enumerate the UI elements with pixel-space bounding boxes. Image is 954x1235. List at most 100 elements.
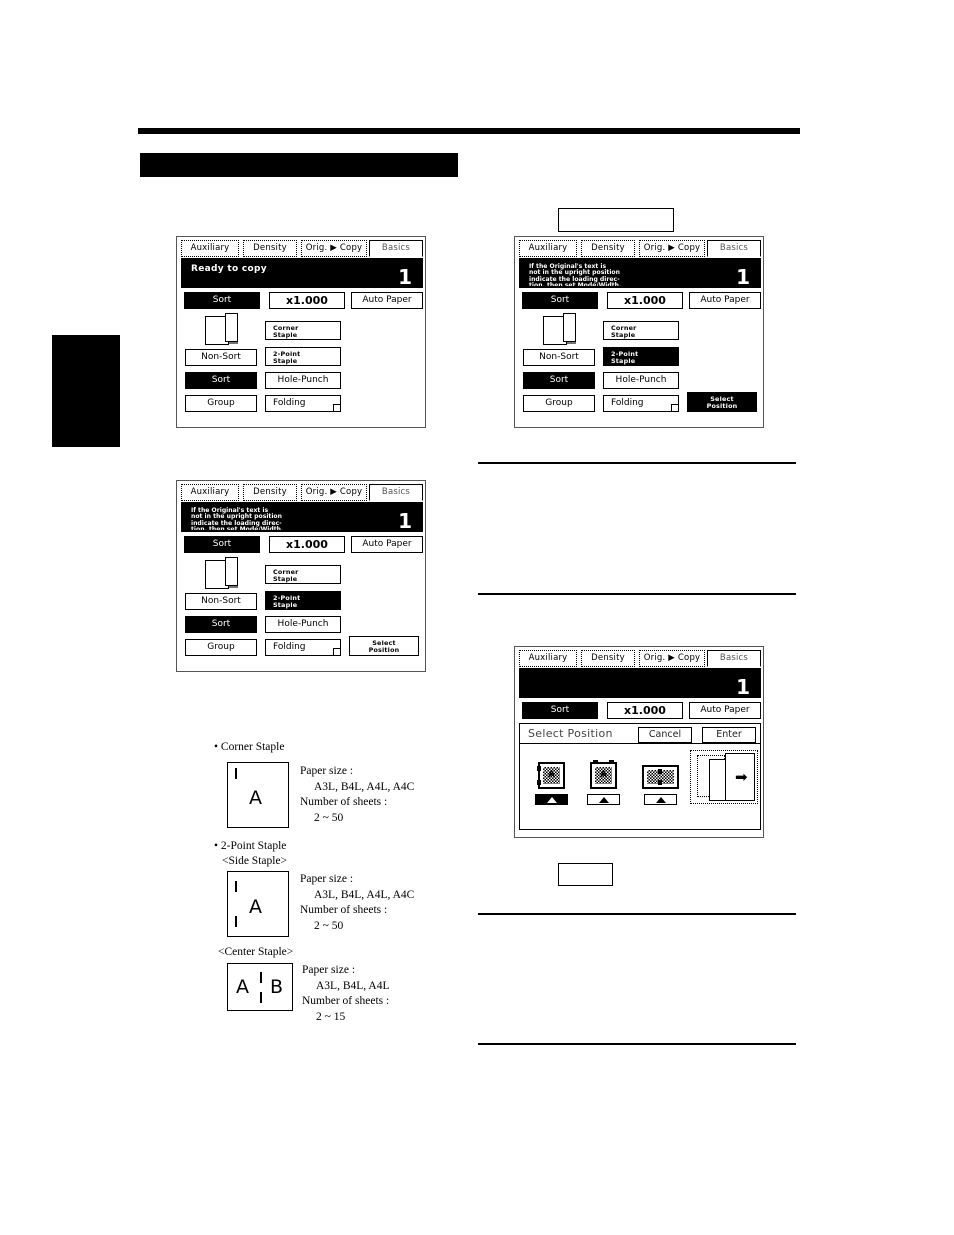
zoom-ratio-button[interactable]: x1.000 <box>269 292 345 309</box>
staple-mark-icon <box>537 766 541 771</box>
group-button[interactable]: Group <box>185 639 257 656</box>
sheets-value: 2 ~ 50 <box>314 811 344 824</box>
tab-basics[interactable]: Basics <box>707 240 761 257</box>
sort-button[interactable]: Sort <box>523 372 595 389</box>
two-point-staple-button[interactable]: 2-Point Staple <box>603 347 679 366</box>
group-button[interactable]: Group <box>523 395 595 412</box>
corner-staple-line2: Staple <box>273 575 298 583</box>
select-position-line2: Position <box>706 402 738 410</box>
spec-illustration-corner-staple: A <box>227 762 289 828</box>
sort-output-icon <box>205 313 241 346</box>
paper-size-value: A3L, B4L, A4L, A4C <box>314 888 415 901</box>
paper-size-value: A3L, B4L, A4L <box>316 979 390 992</box>
folding-button[interactable]: Folding <box>603 395 679 412</box>
zoom-ratio-button[interactable]: x1.000 <box>269 536 345 553</box>
sort-button[interactable]: Sort <box>185 372 257 389</box>
copy-count: 1 <box>398 509 412 532</box>
paper-select-button[interactable]: Auto Paper <box>351 292 423 309</box>
sort-status-button[interactable]: Sort <box>522 702 598 719</box>
position-select-arrow-button[interactable] <box>644 794 677 805</box>
sort-output-icon <box>543 313 579 346</box>
staple-mark-icon <box>658 769 662 774</box>
tab-basics[interactable]: Basics <box>369 240 423 257</box>
sort-status-button[interactable]: Sort <box>184 536 260 553</box>
folding-dogear-icon <box>333 648 340 655</box>
two-point-staple-button[interactable]: 2-Point Staple <box>265 347 341 366</box>
status-button-row: Sort x1.000 Auto Paper <box>519 292 761 310</box>
paper-select-button[interactable]: Auto Paper <box>689 702 761 719</box>
copy-count: 1 <box>398 265 412 288</box>
lcd-panel-select-position-available[interactable]: Auxiliary Density Orig. ▶ Copy Basics If… <box>176 480 426 672</box>
group-button[interactable]: Group <box>185 395 257 412</box>
spec-text-side-staple: Paper size : A3L, B4L, A4L, A4C Number o… <box>300 872 414 934</box>
tab-auxiliary[interactable]: Auxiliary <box>519 650 577 667</box>
tab-auxiliary[interactable]: Auxiliary <box>181 484 239 501</box>
spec-heading-two-point-staple: • 2-Point Staple <box>214 840 287 852</box>
select-position-button[interactable]: Select Position <box>349 636 419 656</box>
non-sort-button[interactable]: Non-Sort <box>185 593 257 610</box>
separator-rule-4 <box>478 1043 796 1045</box>
hole-punch-button[interactable]: Hole-Punch <box>265 616 341 633</box>
folding-button[interactable]: Folding <box>265 639 341 656</box>
lcd-panel-two-point-selected[interactable]: Auxiliary Density Orig. ▶ Copy Basics If… <box>514 236 764 428</box>
lcd-panel-select-position-dialog[interactable]: Auxiliary Density Orig. ▶ Copy Basics 1 … <box>514 646 764 838</box>
paper-select-button[interactable]: Auto Paper <box>351 536 423 553</box>
tab-density[interactable]: Density <box>243 484 297 501</box>
non-sort-button[interactable]: Non-Sort <box>523 349 595 366</box>
tab-orig-copy[interactable]: Orig. ▶ Copy <box>301 240 367 257</box>
sort-status-button[interactable]: Sort <box>184 292 260 309</box>
position-select-arrow-button[interactable] <box>587 794 620 805</box>
tab-auxiliary[interactable]: Auxiliary <box>519 240 577 257</box>
hole-punch-button[interactable]: Hole-Punch <box>265 372 341 389</box>
tab-basics[interactable]: Basics <box>707 650 761 667</box>
tab-orig-copy[interactable]: Orig. ▶ Copy <box>301 484 367 501</box>
lcd-panel-ready-to-copy[interactable]: Auxiliary Density Orig. ▶ Copy Basics Re… <box>176 236 426 428</box>
non-sort-button[interactable]: Non-Sort <box>185 349 257 366</box>
sheet-letter-a: A <box>236 976 249 998</box>
spec-illustration-center-staple: A B <box>227 963 293 1011</box>
zoom-ratio-button[interactable]: x1.000 <box>607 702 683 719</box>
separator-rule-1 <box>478 462 796 464</box>
sort-button[interactable]: Sort <box>185 616 257 633</box>
tab-orig-copy[interactable]: Orig. ▶ Copy <box>639 240 705 257</box>
staple-mark-icon <box>260 992 262 1003</box>
tab-basics[interactable]: Basics <box>369 484 423 501</box>
message-display: Ready to copy 1 <box>181 258 423 288</box>
arrow-up-icon <box>546 797 557 803</box>
corner-staple-button[interactable]: Corner Staple <box>265 321 341 340</box>
spec-illustration-side-staple: A <box>227 871 289 937</box>
enter-button[interactable]: Enter <box>702 727 756 743</box>
message-display: If the Original's text is not in the upr… <box>519 258 761 288</box>
two-point-staple-line2: Staple <box>273 357 298 365</box>
cancel-button[interactable]: Cancel <box>638 727 692 743</box>
select-position-button[interactable]: Select Position <box>687 392 757 412</box>
folding-label: Folding <box>273 642 306 652</box>
status-message-line4: tion, then set Mode/Width. <box>191 526 284 532</box>
folding-label: Folding <box>273 398 306 408</box>
spec-heading-corner-staple: • Corner Staple <box>214 741 285 753</box>
tab-density[interactable]: Density <box>243 240 297 257</box>
status-button-row: Sort x1.000 Auto Paper <box>181 536 423 554</box>
folding-button[interactable]: Folding <box>265 395 341 412</box>
position-select-arrow-button[interactable] <box>535 794 568 805</box>
hole-punch-button[interactable]: Hole-Punch <box>603 372 679 389</box>
tab-density[interactable]: Density <box>581 650 635 667</box>
corner-staple-button[interactable]: Corner Staple <box>265 565 341 584</box>
two-point-staple-button[interactable]: 2-Point Staple <box>265 591 341 610</box>
tab-auxiliary[interactable]: Auxiliary <box>181 240 239 257</box>
paper-size-value: A3L, B4L, A4L, A4C <box>314 780 415 793</box>
spec-subheading-center-staple: <Center Staple> <box>218 946 294 958</box>
sheet-letter-a: A <box>249 787 262 809</box>
corner-staple-button[interactable]: Corner Staple <box>603 321 679 340</box>
tab-orig-copy[interactable]: Orig. ▶ Copy <box>639 650 705 667</box>
sort-status-button[interactable]: Sort <box>522 292 598 309</box>
tab-density[interactable]: Density <box>581 240 635 257</box>
paper-select-button[interactable]: Auto Paper <box>689 292 761 309</box>
section-title-bar <box>140 153 458 177</box>
staple-mark-icon <box>235 916 237 927</box>
select-position-dialog-body: A A ➡ <box>519 744 761 830</box>
sort-output-icon <box>205 557 241 590</box>
sheets-label: Number of sheets : <box>300 796 388 808</box>
zoom-ratio-button[interactable]: x1.000 <box>607 292 683 309</box>
staple-mark-icon <box>609 760 614 764</box>
